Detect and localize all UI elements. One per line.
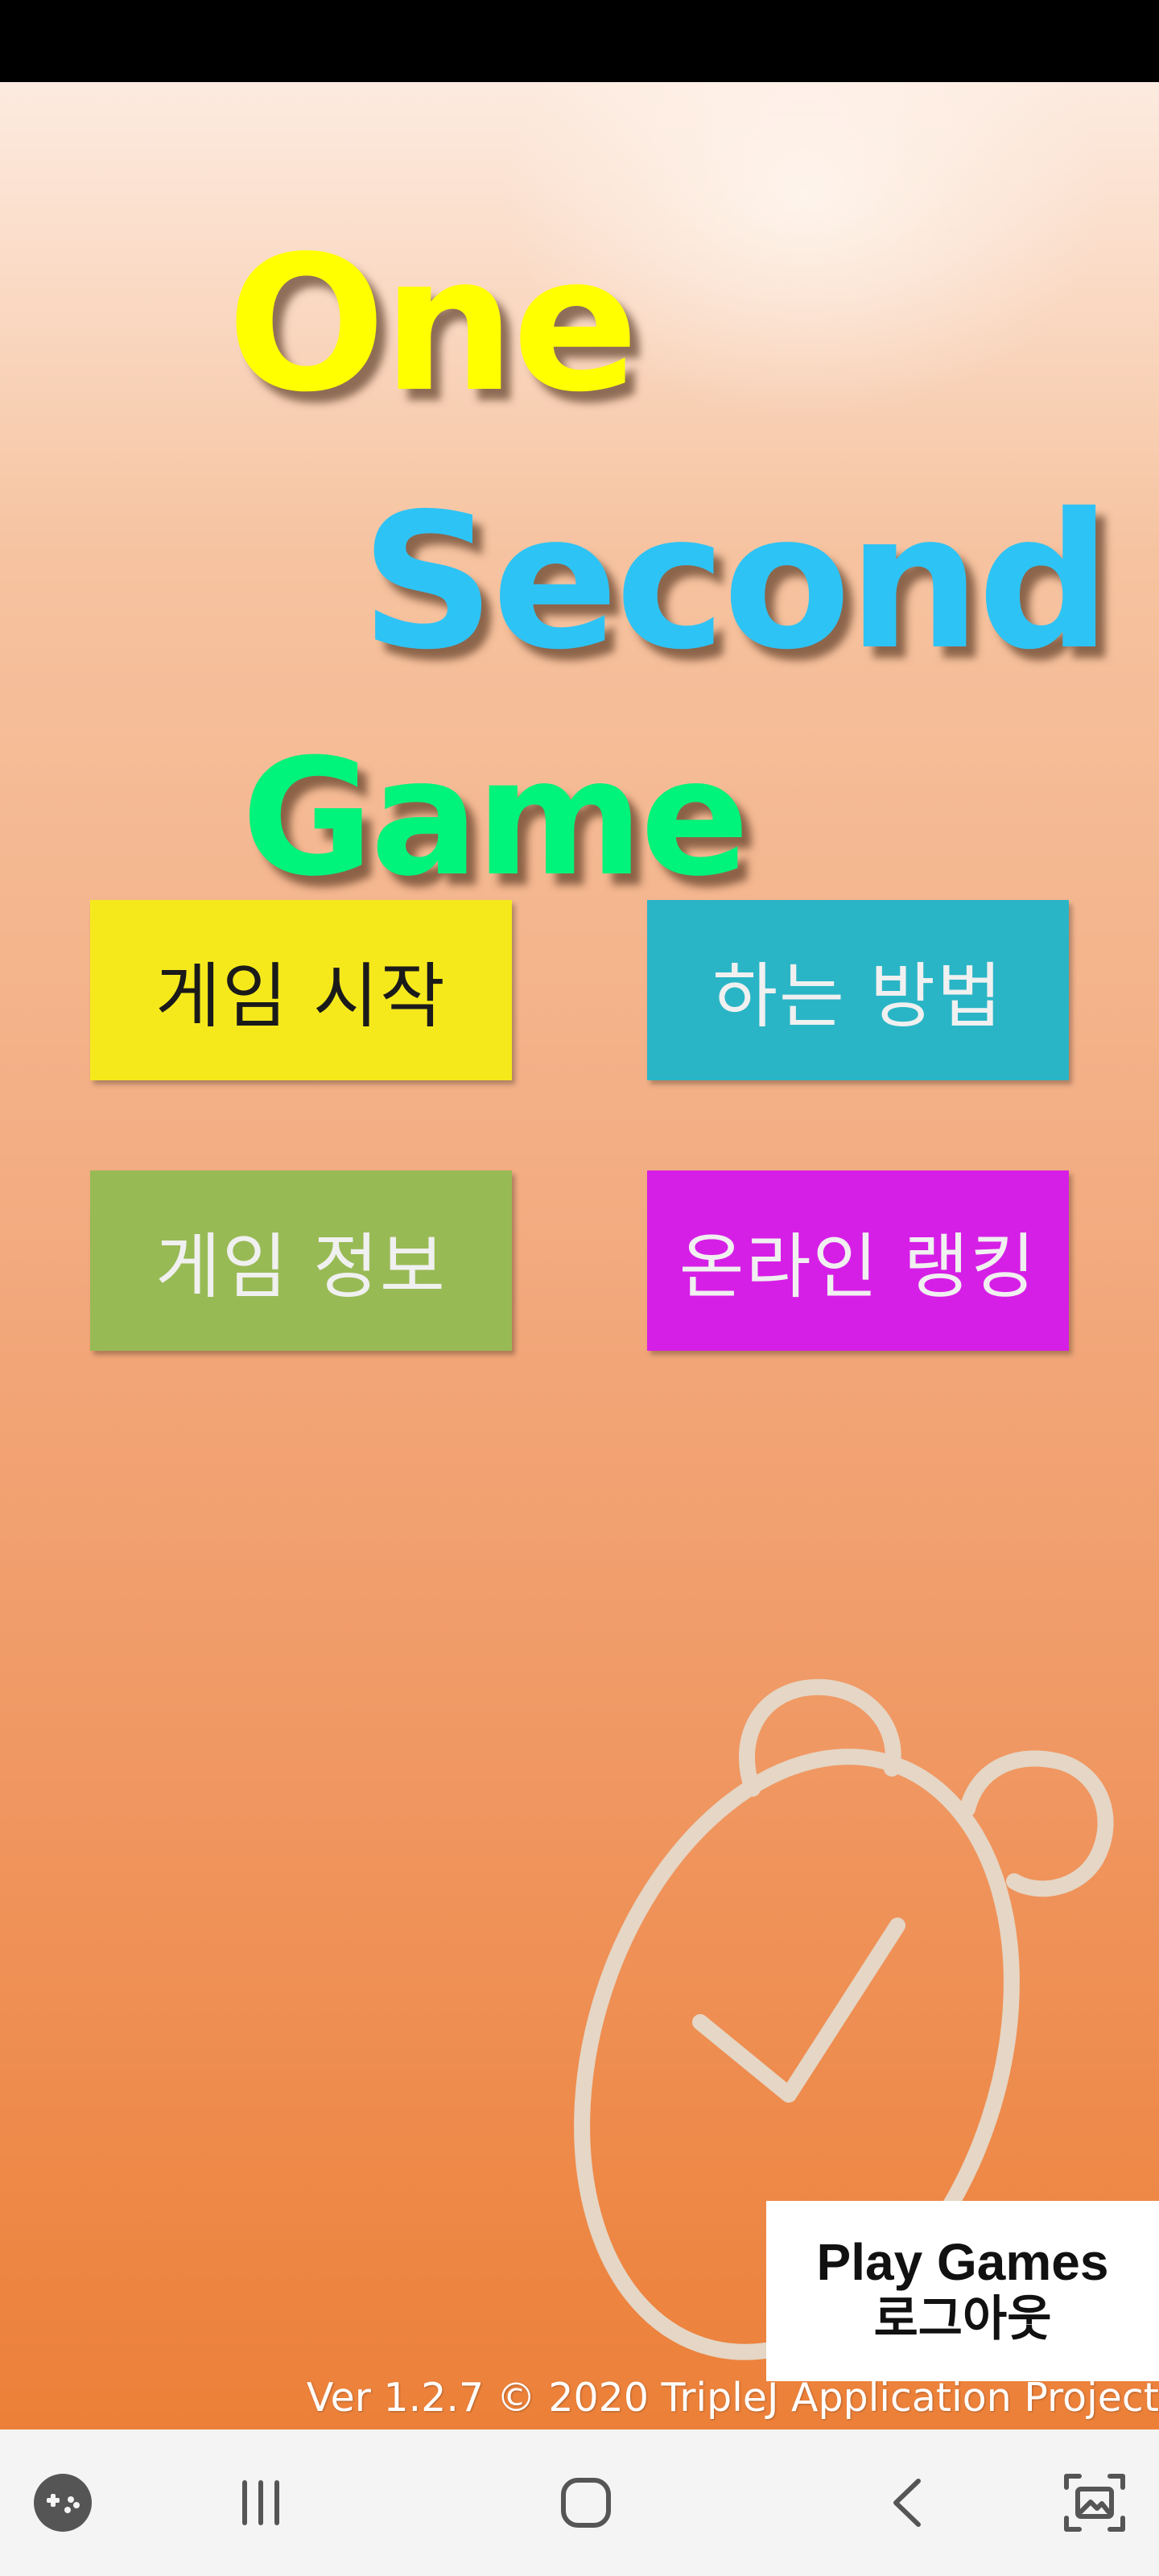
title-game: Game xyxy=(241,724,749,912)
home-button[interactable] xyxy=(530,2446,642,2559)
title-second: Second xyxy=(361,473,1112,691)
recent-apps-button[interactable] xyxy=(204,2446,317,2559)
back-button[interactable] xyxy=(852,2446,964,2559)
game-launcher-icon xyxy=(34,2474,92,2532)
status-bar xyxy=(0,0,1159,82)
home-icon xyxy=(561,2478,611,2528)
screenshot-icon xyxy=(1064,2474,1125,2532)
play-games-title: Play Games xyxy=(816,2232,1109,2291)
game-info-button[interactable]: 게임 정보 xyxy=(90,1170,512,1351)
title-one: One xyxy=(227,216,639,433)
game-screen: One Second Game 게임 시작 하는 방법 게임 정보 온라인 랭킹… xyxy=(0,82,1159,2429)
how-to-play-button[interactable]: 하는 방법 xyxy=(647,900,1069,1080)
start-game-label: 게임 시작 xyxy=(155,954,447,1038)
version-text: Ver 1.2.7 © 2020 TripleJ Application Pro… xyxy=(306,2375,1159,2421)
logout-label: 로그아웃 xyxy=(873,2291,1052,2348)
online-ranking-label: 온라인 랭킹 xyxy=(678,1224,1037,1308)
back-icon xyxy=(893,2479,921,2527)
start-game-button[interactable]: 게임 시작 xyxy=(90,900,512,1080)
recent-apps-icon xyxy=(242,2480,279,2525)
game-launcher-button[interactable] xyxy=(6,2446,119,2559)
online-ranking-button[interactable]: 온라인 랭킹 xyxy=(647,1170,1069,1351)
game-info-label: 게임 정보 xyxy=(155,1224,447,1308)
navigation-bar xyxy=(0,2429,1159,2576)
how-to-play-label: 하는 방법 xyxy=(712,954,1004,1038)
play-games-logout-button[interactable]: Play Games 로그아웃 xyxy=(766,2201,1159,2381)
screenshot-button[interactable] xyxy=(1038,2446,1151,2559)
